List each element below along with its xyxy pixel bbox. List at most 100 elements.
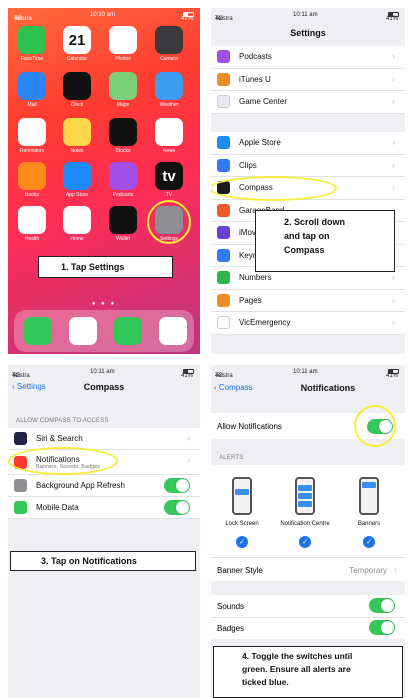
banners-check-icon[interactable]: ✓ [363,536,375,548]
status-bar: Telstra 4G 10:10 am 42% [14,12,194,22]
compass-row-gear[interactable]: Background App Refresh [8,475,200,497]
stocks-icon [109,118,137,146]
chevron-right-icon: › [187,433,190,443]
app-label: Notes [70,148,84,154]
settings-row-label: Game Center [239,97,288,107]
app-home[interactable]: Home [60,206,94,242]
compass-row-label: Siri & Search [36,434,83,443]
apple-store-icon [217,136,230,150]
allow-notifications-label: Allow Notifications [217,422,282,431]
gear-icon [14,479,27,492]
lock-screen-check-icon[interactable]: ✓ [236,536,248,548]
settings-row-game-center[interactable]: Game Center › [211,91,405,114]
banner-style-row[interactable]: Banner Style Temporary › [211,557,405,581]
app-label: Camera [160,56,178,62]
alert-option-label: Banners [357,521,381,527]
app-weather[interactable]: Weather [152,72,186,108]
app-podcasts[interactable]: Podcasts [106,162,140,198]
vicemergency-icon [217,316,230,330]
sounds-badges-group: Sounds Badges [211,595,405,639]
siri-icon [14,432,27,445]
lock-screen-preview[interactable] [232,477,252,515]
app-wallet[interactable]: Wallet [106,206,140,242]
keynote-icon [217,248,230,262]
badges-toggle[interactable] [369,620,395,635]
app-app-store[interactable]: App Store [60,162,94,198]
notification-centre-check-icon[interactable]: ✓ [299,536,311,548]
photos-icon [109,26,137,54]
settings-row-pages[interactable]: Pages › [211,290,405,312]
battery-icon [183,369,194,374]
app-label: Photos [115,56,131,62]
news-icon [155,118,183,146]
alert-option-label: Lock Screen [225,521,259,527]
step-3-callout: 3. Tap on Notifications [10,551,196,571]
app-photos[interactable]: Photos [106,26,140,62]
app-label: Clock [70,102,84,108]
books-icon [18,162,46,190]
messages-icon[interactable] [114,317,142,345]
app-label: Weather [159,102,179,108]
page-title: Notifications [300,383,356,393]
chevron-right-icon: › [392,294,395,305]
app-news[interactable]: News [152,118,186,154]
maps-icon [109,72,137,100]
toggle-switch[interactable] [164,500,190,515]
app-health[interactable]: Health [15,206,49,242]
settings-row-clips[interactable]: Clips › [211,155,405,177]
clock-icon [63,72,91,100]
settings-row-vicemergency[interactable]: VicEmergency › [211,312,405,335]
app-store-icon [63,162,91,190]
settings-row-itunes-u[interactable]: iTunes U › [211,69,405,91]
phone-icon[interactable] [24,317,52,345]
app-clock[interactable]: Clock [60,72,94,108]
notification-centre-preview[interactable] [295,477,315,515]
app-stocks[interactable]: Stocks [106,118,140,154]
clock-label: 10:10 am [90,12,116,18]
callout-line: 4. Toggle the switches until [242,651,353,661]
sounds-label: Sounds [217,602,245,611]
app-books[interactable]: Books [15,162,49,198]
chevron-right-icon: › [187,455,190,465]
home-icon [63,206,91,234]
settings-row-label: Podcasts [239,52,272,62]
app-maps[interactable]: Maps [106,72,140,108]
app-tv[interactable]: tv TV [152,162,186,198]
settings-row-apple-store[interactable]: Apple Store › [211,132,405,155]
app-calendar[interactable]: 21 Calendar [60,26,94,62]
settings-row-podcasts[interactable]: Podcasts › [211,46,405,69]
itunes-u-icon [217,72,230,86]
compass-row-siri[interactable]: Siri & Search › [8,428,200,450]
app-facetime[interactable]: FaceTime [15,26,49,62]
app-label: Health [24,236,40,242]
camera-icon [155,26,183,54]
banners-preview[interactable] [359,477,379,515]
notes-icon [63,118,91,146]
step-2-callout: 2. Scroll down and tap on Compass [255,210,395,272]
sounds-toggle[interactable] [369,598,395,613]
clock-label: 10:11 am [293,369,318,375]
notifications-settings-panel: Telstra 4G 10:11 am 41% ‹ Compass Notifi… [211,365,405,698]
game-center-icon [217,95,230,109]
compass-row-mobile-data[interactable]: Mobile Data [8,497,200,519]
app-camera[interactable]: Camera [152,26,186,62]
callout-line: Compass [284,244,325,255]
settings-row-label: Apple Store [239,138,281,148]
section-header: ALERTS [219,455,244,461]
settings-highlight [147,200,191,244]
battery-indicator: 42% [181,12,194,22]
toggle-switch[interactable] [164,478,190,493]
app-mail[interactable]: Mail [15,72,49,108]
battery-indicator: 41% [181,369,194,379]
app-notes[interactable]: Notes [60,118,94,154]
app-label: App Store [65,192,89,198]
safari-icon[interactable] [69,317,97,345]
toggle-highlight [354,405,396,447]
weather-icon [155,72,183,100]
callout-line: 2. Scroll down [284,217,346,227]
back-button[interactable]: ‹ Compass [214,383,253,392]
battery-indicator: 41% [386,12,399,22]
app-reminders[interactable]: Reminders [15,118,49,154]
music-icon[interactable] [159,317,187,345]
clock-label: 10:11 am [90,369,115,375]
